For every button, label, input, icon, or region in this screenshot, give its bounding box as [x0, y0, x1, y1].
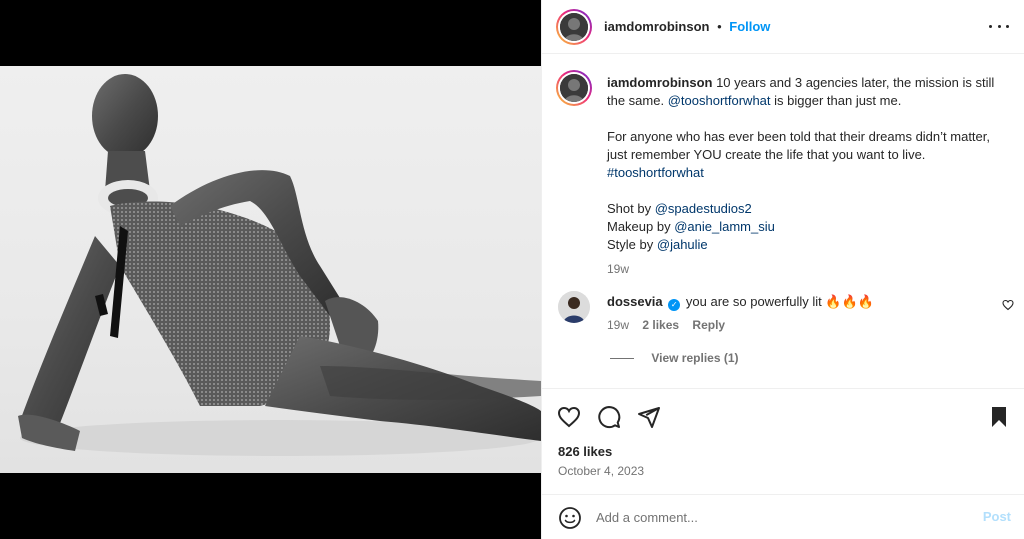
- commenter-avatar[interactable]: [558, 291, 590, 323]
- caption-line1-end: is bigger than just me.: [774, 93, 902, 108]
- likes-count[interactable]: 826 likes: [558, 444, 612, 459]
- credit3-handle[interactable]: @jahulie: [657, 237, 708, 252]
- follow-button[interactable]: Follow: [729, 19, 770, 34]
- reply-button[interactable]: Reply: [692, 318, 725, 332]
- separator-dot: •: [717, 19, 722, 34]
- comment-like-icon[interactable]: [1002, 299, 1014, 311]
- post-photo[interactable]: [0, 66, 541, 473]
- caption-time: 19w: [607, 262, 630, 276]
- emoji-icon[interactable]: [558, 506, 582, 530]
- replies-line: [610, 358, 634, 360]
- model-photo-illustration: [18, 74, 541, 456]
- caption-hashtag[interactable]: #tooshortforwhat: [607, 165, 704, 180]
- caption: iamdomrobinson 10 years and 3 agencies l…: [607, 74, 997, 278]
- post-button[interactable]: Post: [983, 509, 1011, 524]
- more-options-icon[interactable]: [989, 16, 1009, 36]
- comment-item: dossevia ✓ you are so powerfully lit 🔥🔥🔥…: [542, 283, 1024, 343]
- credit2-label: Makeup by: [607, 219, 671, 234]
- post-sidebar: iamdomrobinson • Follow iamdomrobinson 1…: [541, 0, 1024, 539]
- post-date: October 4, 2023: [558, 464, 645, 478]
- commenter-username[interactable]: dossevia: [607, 294, 663, 309]
- header-username[interactable]: iamdomrobinson: [604, 19, 709, 34]
- credit1-handle[interactable]: @spadestudios2: [655, 201, 752, 216]
- caption-author-avatar[interactable]: [556, 70, 592, 106]
- caption-username[interactable]: iamdomrobinson: [607, 75, 712, 90]
- like-icon[interactable]: [557, 405, 581, 429]
- credit3-label: Style by: [607, 237, 654, 252]
- caption-mention[interactable]: @tooshortforwhat: [668, 93, 771, 108]
- comment-input[interactable]: [596, 507, 966, 527]
- comment-likes[interactable]: 2 likes: [642, 318, 679, 332]
- add-comment-bar: Post: [542, 494, 1024, 539]
- post-media: [0, 0, 541, 539]
- view-replies-label[interactable]: View replies (1): [651, 351, 738, 365]
- view-replies[interactable]: View replies (1): [610, 351, 739, 365]
- comment-icon[interactable]: [597, 405, 621, 429]
- comment-time: 19w: [607, 318, 630, 332]
- share-icon[interactable]: [637, 405, 661, 429]
- post-header: iamdomrobinson • Follow: [542, 0, 1024, 54]
- comment-text: you are so powerfully lit 🔥🔥🔥: [685, 294, 874, 309]
- caption-paragraph2: For anyone who has ever been told that t…: [607, 129, 990, 162]
- action-bar: 826 likes October 4, 2023: [542, 388, 1024, 500]
- credit2-handle[interactable]: @anie_lamm_siu: [674, 219, 775, 234]
- author-avatar[interactable]: [556, 9, 592, 45]
- verified-badge-icon: ✓: [668, 299, 681, 311]
- credit1-label: Shot by: [607, 201, 652, 216]
- comments-section: iamdomrobinson 10 years and 3 agencies l…: [542, 55, 1024, 388]
- bookmark-icon[interactable]: [987, 405, 1011, 429]
